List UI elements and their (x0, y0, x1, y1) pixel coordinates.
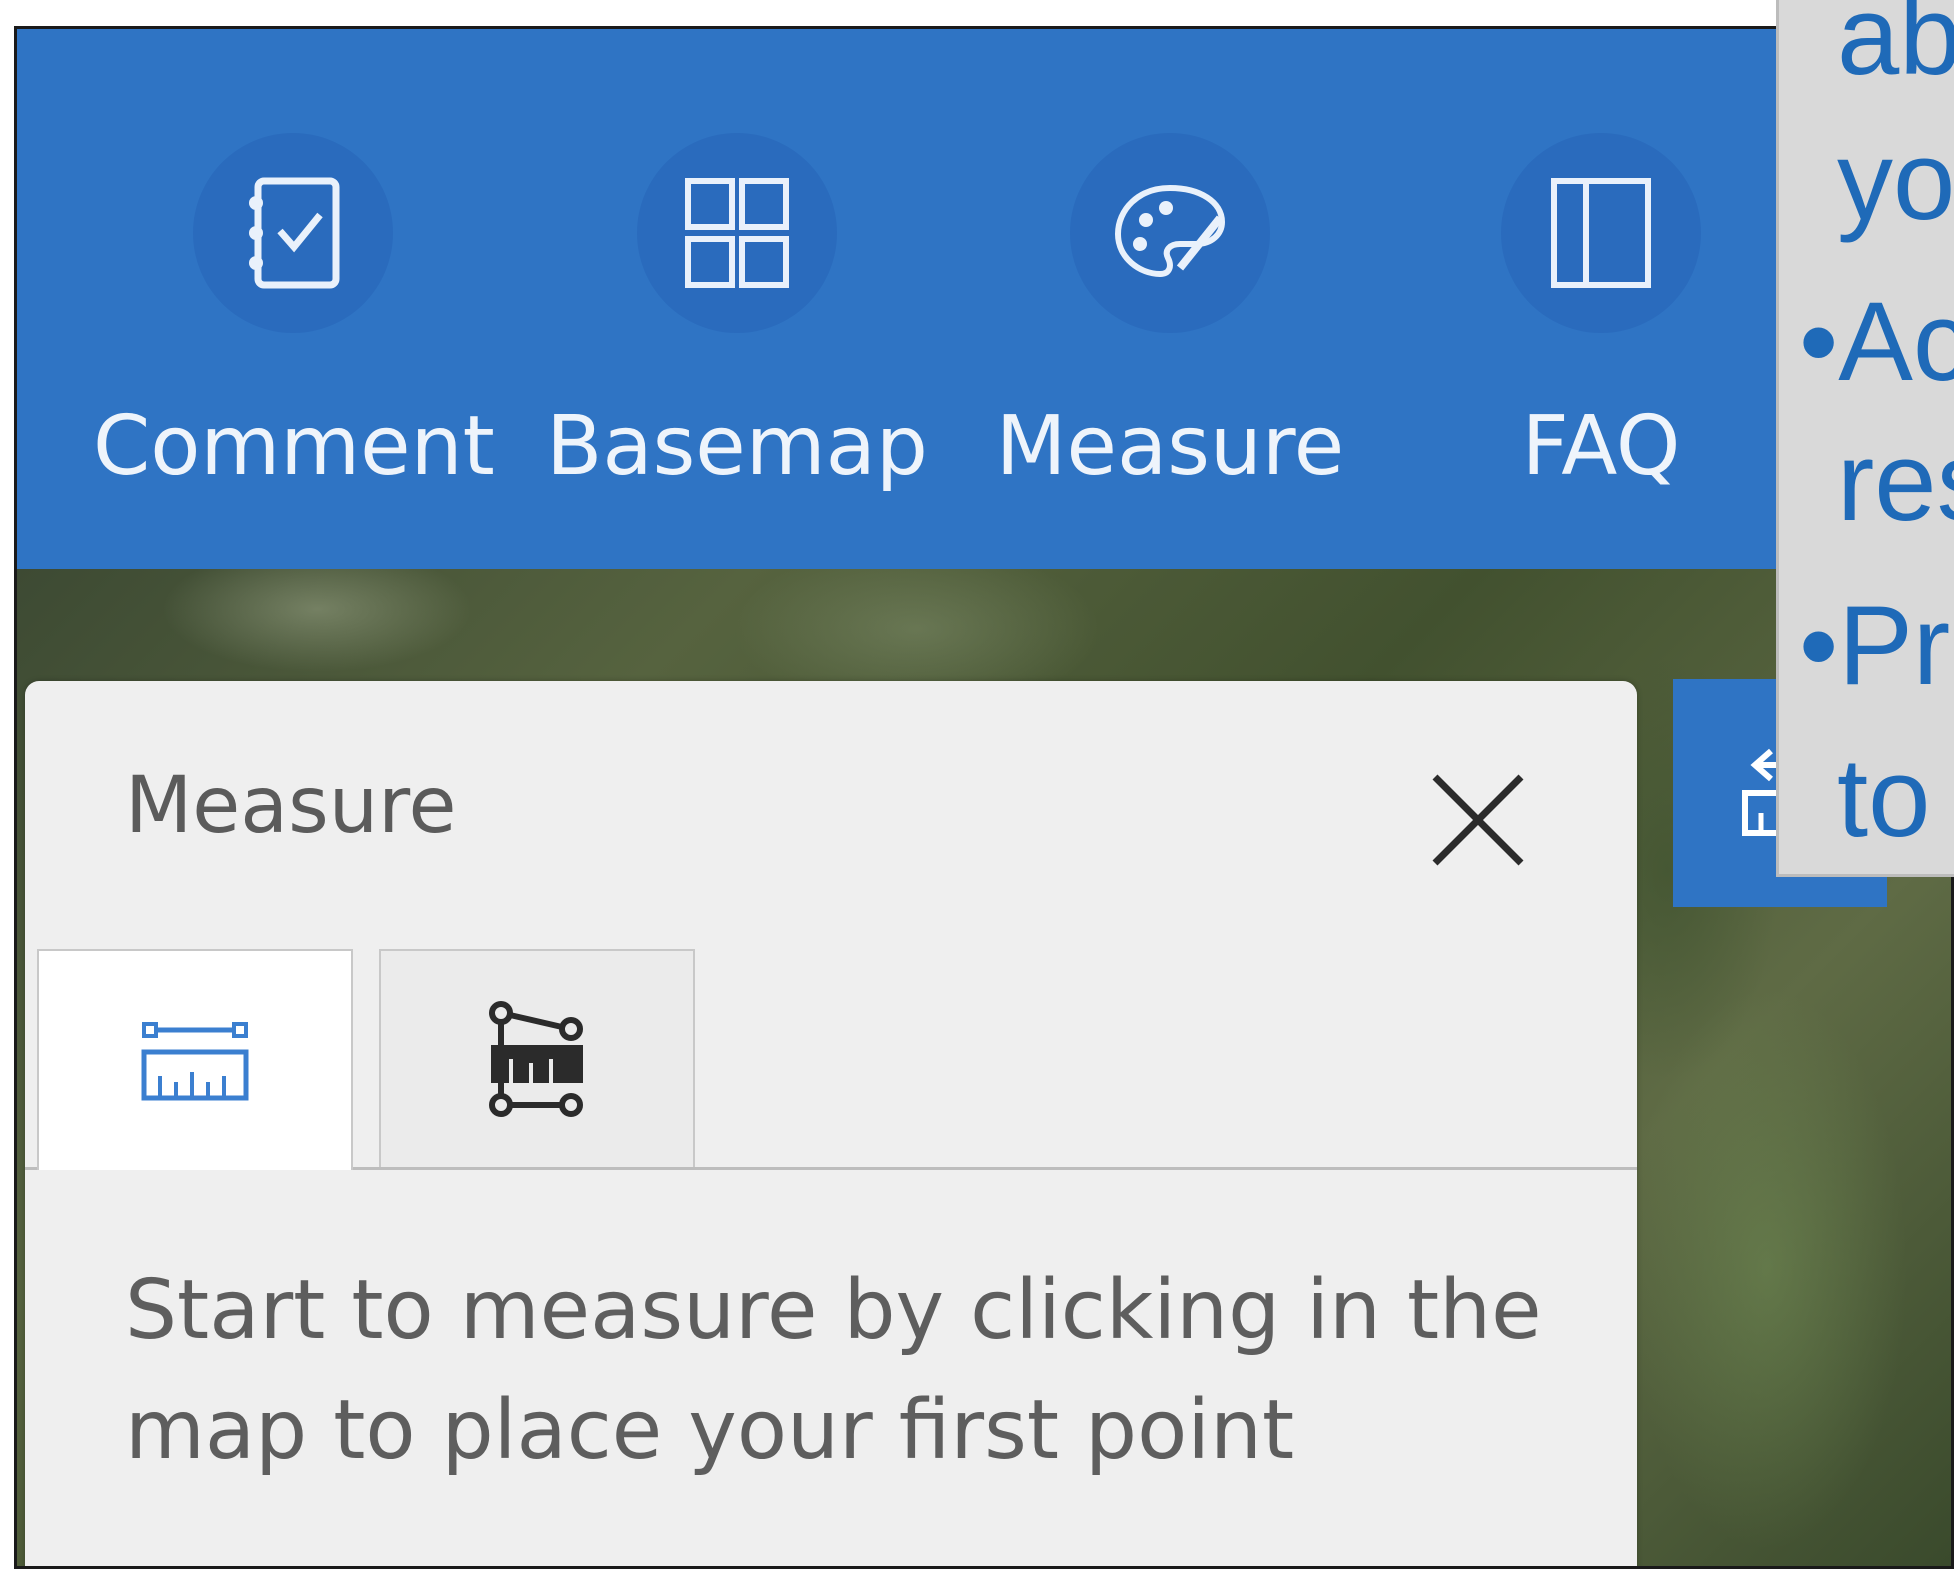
overlay-line: •Pr (1799, 583, 1951, 708)
comment-label: Comment (93, 399, 495, 494)
close-button[interactable] (1413, 755, 1543, 885)
distance-ruler-icon (141, 1021, 249, 1100)
palette-icon (1070, 133, 1270, 333)
area-ruler-icon (489, 1001, 583, 1117)
overlay-line: ab (1837, 0, 1954, 98)
toolbar: Comment Basemap Measure FAQ (17, 29, 1951, 569)
measure-label: Measure (995, 399, 1345, 494)
measure-panel: Measure Start to measure by clicking in … (25, 681, 1637, 1566)
tab-distance[interactable] (37, 949, 353, 1170)
close-icon (1432, 774, 1524, 866)
basemap-tool-button[interactable]: Basemap (537, 119, 937, 519)
overlay-line: yo (1837, 118, 1954, 243)
tab-area[interactable] (379, 949, 695, 1167)
faq-tool-button[interactable]: FAQ (1401, 119, 1801, 519)
measure-tabs (25, 949, 1637, 1170)
overlay-line: res (1837, 419, 1954, 544)
panel-icon (1501, 133, 1701, 333)
panel-title: Measure (125, 761, 457, 851)
basemap-label: Basemap (546, 399, 928, 494)
measure-tool-button[interactable]: Measure (970, 119, 1370, 519)
overlay-line: •Ac (1799, 279, 1954, 404)
map-app: Comment Basemap Measure FAQ Measure Star… (14, 26, 1954, 1569)
slide-text-overlay: ab yo •Ac res •Pr to (1776, 0, 1954, 877)
grid-icon (637, 133, 837, 333)
faq-label: FAQ (1521, 399, 1681, 494)
measure-instructions: Start to measure by clicking in the map … (125, 1263, 1542, 1478)
overlay-line: to (1837, 735, 1931, 860)
comment-tool-button[interactable]: Comment (93, 119, 495, 519)
checklist-icon (193, 133, 393, 333)
